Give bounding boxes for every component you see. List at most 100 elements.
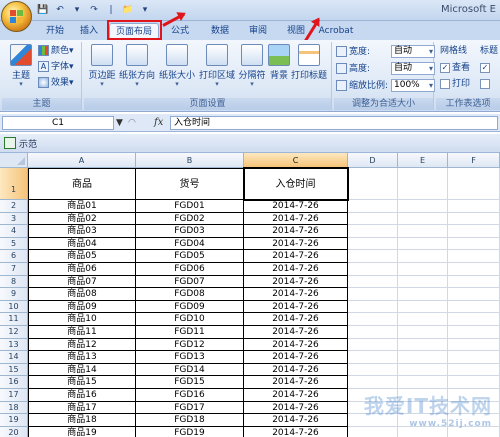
tab-insert[interactable]: 插入 xyxy=(74,23,104,40)
table-cell[interactable]: 2014-7-26 xyxy=(244,414,348,427)
table-cell[interactable]: 商品16 xyxy=(28,389,136,402)
table-cell[interactable] xyxy=(398,351,448,364)
theme-colors-button[interactable]: 颜色▾ xyxy=(38,44,74,58)
table-cell[interactable] xyxy=(448,313,500,326)
breaks-button[interactable]: 分隔符 ▾ xyxy=(237,44,267,88)
print-titles-button[interactable]: 打印标题 xyxy=(288,44,330,81)
table-cell[interactable]: 商品05 xyxy=(28,250,136,263)
row-header[interactable]: 4 xyxy=(0,225,28,238)
column-header-b[interactable]: B xyxy=(136,153,244,168)
column-header-f[interactable]: F xyxy=(448,153,500,168)
table-cell[interactable]: 2014-7-26 xyxy=(244,212,348,226)
table-cell[interactable] xyxy=(448,326,500,339)
row-header[interactable]: 8 xyxy=(0,275,28,289)
row-header[interactable]: 6 xyxy=(0,250,28,263)
orientation-button[interactable]: 纸张方向 ▾ xyxy=(118,44,156,88)
table-cell[interactable] xyxy=(348,225,398,238)
row-header[interactable]: 3 xyxy=(0,212,28,226)
column-header-d[interactable]: D xyxy=(348,153,398,168)
table-cell[interactable] xyxy=(348,326,398,339)
table-cell[interactable] xyxy=(348,212,398,226)
row-header[interactable]: 16 xyxy=(0,376,28,389)
table-cell[interactable]: 商品04 xyxy=(28,237,136,251)
header-cell[interactable] xyxy=(398,168,448,200)
column-header-c[interactable]: C xyxy=(244,153,348,168)
tab-home[interactable]: 开始 xyxy=(40,23,70,40)
redo-icon[interactable]: ↷ xyxy=(87,4,101,17)
paper-size-button[interactable]: 纸张大小 ▾ xyxy=(158,44,196,88)
table-cell[interactable] xyxy=(348,376,398,389)
table-cell[interactable]: 2014-7-26 xyxy=(244,376,348,389)
table-cell[interactable]: 2014-7-26 xyxy=(244,263,348,276)
formula-input[interactable]: 入仓时间 xyxy=(170,116,498,130)
tab-formulas[interactable]: 公式 xyxy=(165,23,195,40)
table-cell[interactable]: FGD19 xyxy=(136,426,244,437)
header-cell[interactable]: 货号 xyxy=(136,168,244,200)
table-cell[interactable]: 商品19 xyxy=(28,426,136,437)
table-cell[interactable]: 2014-7-26 xyxy=(244,200,348,213)
print-area-button[interactable]: 打印区域 ▾ xyxy=(198,44,236,88)
row-header[interactable]: 2 xyxy=(0,200,28,213)
table-cell[interactable]: FGD14 xyxy=(136,363,244,377)
name-box[interactable]: C1 xyxy=(2,116,114,130)
column-header-a[interactable]: A xyxy=(28,153,136,168)
table-cell[interactable]: FGD15 xyxy=(136,376,244,389)
row-header[interactable]: 12 xyxy=(0,326,28,339)
table-cell[interactable]: 商品13 xyxy=(28,351,136,364)
row-header[interactable]: 19 xyxy=(0,414,28,427)
table-cell[interactable]: 2014-7-26 xyxy=(244,288,348,301)
save-icon[interactable]: 💾 xyxy=(36,4,50,17)
table-cell[interactable]: 商品12 xyxy=(28,338,136,352)
table-cell[interactable] xyxy=(348,313,398,326)
table-cell[interactable]: FGD18 xyxy=(136,414,244,427)
table-cell[interactable]: FGD01 xyxy=(136,200,244,213)
table-cell[interactable] xyxy=(348,351,398,364)
table-cell[interactable]: 2014-7-26 xyxy=(244,338,348,352)
table-cell[interactable]: FGD04 xyxy=(136,237,244,251)
insert-function-icon[interactable]: fx xyxy=(154,116,168,130)
table-cell[interactable]: FGD07 xyxy=(136,275,244,289)
table-cell[interactable]: 2014-7-26 xyxy=(244,401,348,415)
table-cell[interactable]: 商品09 xyxy=(28,300,136,314)
table-cell[interactable]: 商品15 xyxy=(28,376,136,389)
table-cell[interactable] xyxy=(348,275,398,289)
open-folder-icon[interactable]: 📁 xyxy=(121,4,135,17)
headings-view-checkbox[interactable]: ✓ xyxy=(480,61,492,75)
row-header[interactable]: 5 xyxy=(0,237,28,251)
table-cell[interactable] xyxy=(448,351,500,364)
row-header[interactable]: 14 xyxy=(0,351,28,364)
table-cell[interactable]: 商品02 xyxy=(28,212,136,226)
customize-toolbar-icon[interactable]: ▾ xyxy=(138,4,152,17)
table-cell[interactable] xyxy=(448,300,500,314)
table-cell[interactable] xyxy=(398,200,448,213)
table-cell[interactable] xyxy=(398,275,448,289)
table-cell[interactable]: FGD02 xyxy=(136,212,244,226)
gridlines-view-checkbox[interactable]: ✓ 查看 xyxy=(440,61,470,75)
table-cell[interactable]: FGD17 xyxy=(136,401,244,415)
table-cell[interactable] xyxy=(398,212,448,226)
tab-acrobat[interactable]: Acrobat xyxy=(315,23,357,40)
row-header[interactable]: 13 xyxy=(0,338,28,352)
table-cell[interactable]: 2014-7-26 xyxy=(244,351,348,364)
theme-effects-button[interactable]: 效果▾ xyxy=(38,76,74,90)
table-cell[interactable] xyxy=(348,200,398,213)
table-cell[interactable]: FGD05 xyxy=(136,250,244,263)
table-cell[interactable] xyxy=(398,263,448,276)
table-cell[interactable]: FGD03 xyxy=(136,225,244,238)
table-cell[interactable]: 2014-7-26 xyxy=(244,300,348,314)
table-cell[interactable]: 2014-7-26 xyxy=(244,250,348,263)
table-cell[interactable] xyxy=(448,376,500,389)
row-header[interactable]: 17 xyxy=(0,389,28,402)
header-cell[interactable]: 商品 xyxy=(28,168,136,200)
table-cell[interactable]: 2014-7-26 xyxy=(244,326,348,339)
name-box-dropdown-icon[interactable]: ▼ xyxy=(116,116,123,130)
table-cell[interactable]: 商品11 xyxy=(28,326,136,339)
row-header[interactable]: 15 xyxy=(0,363,28,377)
table-cell[interactable]: 商品08 xyxy=(28,288,136,301)
table-cell[interactable] xyxy=(348,237,398,251)
header-cell[interactable]: 入仓时间 xyxy=(244,168,348,200)
table-cell[interactable] xyxy=(398,225,448,238)
table-cell[interactable] xyxy=(448,263,500,276)
table-cell[interactable]: FGD16 xyxy=(136,389,244,402)
themes-button[interactable]: 主题 ▾ xyxy=(5,44,37,88)
